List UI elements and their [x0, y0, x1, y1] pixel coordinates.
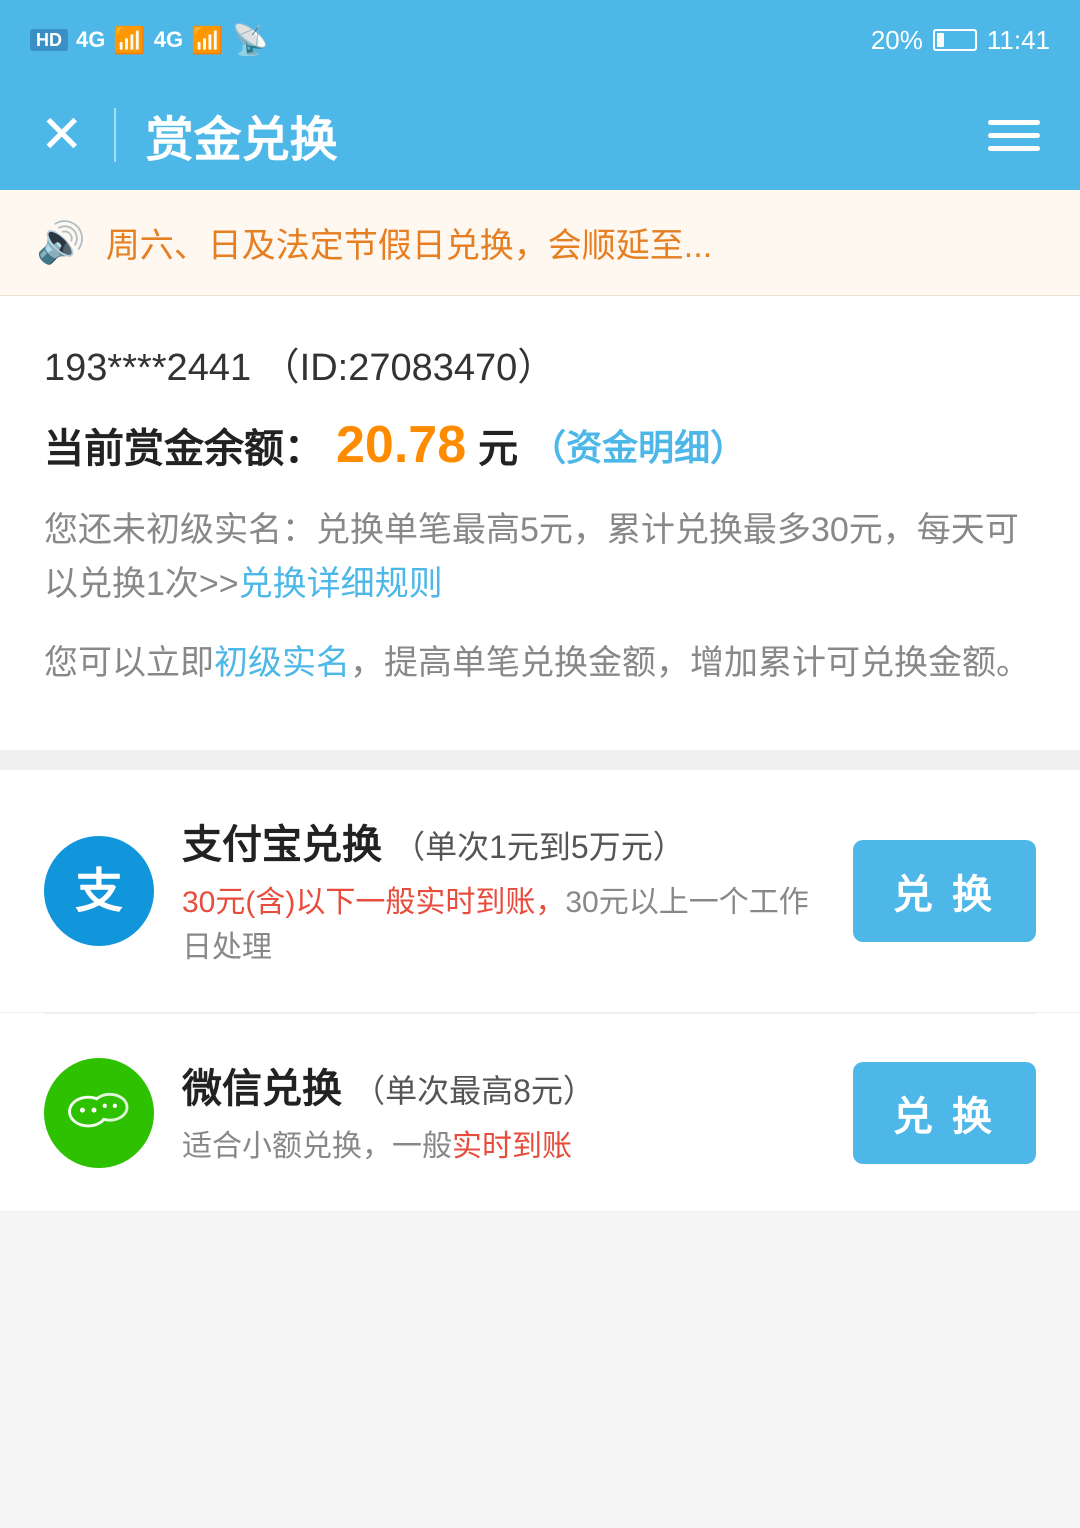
alipay-name-sub: （单次1元到5万元）	[393, 829, 685, 865]
limit-text-part1: 您还未初级实名：兑换单笔最高5元，累计兑换最多30元，每天可以兑换1次>>	[44, 511, 1019, 603]
signal-4g-1: 4G	[76, 27, 105, 53]
battery-percent: 20%	[871, 25, 923, 56]
status-bar: HD 4G 📶 4G 📶 📡 20% 11:41	[0, 0, 1080, 80]
alipay-name-main: 支付宝兑换	[182, 823, 382, 867]
section-divider	[0, 750, 1080, 770]
alipay-exchange-button[interactable]: 兑 换	[853, 840, 1036, 942]
menu-button[interactable]	[988, 120, 1040, 151]
alipay-logo: 支	[44, 836, 154, 946]
notice-banner: 🔊 周六、日及法定节假日兑换，会顺延至...	[0, 190, 1080, 296]
verify-prefix: 您可以立即	[44, 644, 214, 682]
main-content: 193****2441 （ID:27083470） 当前赏金余额： 20.78 …	[0, 296, 1080, 750]
wechat-logo	[44, 1058, 154, 1168]
alipay-desc-highlight: 30元(含)以下一般实时到账，	[182, 886, 565, 919]
alipay-desc: 30元(含)以下一般实时到账，30元以上一个工作日处理	[182, 880, 825, 970]
toolbar-divider	[114, 108, 116, 162]
status-left: HD 4G 📶 4G 📶 📡	[30, 23, 269, 58]
close-button[interactable]: ✕	[40, 109, 84, 161]
svg-text:支: 支	[75, 866, 123, 919]
wechat-exchange-button[interactable]: 兑 换	[853, 1062, 1036, 1164]
menu-line-2	[988, 133, 1040, 138]
notice-text: 周六、日及法定节假日兑换，会顺延至...	[106, 218, 712, 267]
wechat-name-sub: （单次最高8元）	[353, 1073, 595, 1109]
status-right: 20% 11:41	[871, 25, 1050, 56]
exchange-section: 支 支付宝兑换 （单次1元到5万元） 30元(含)以下一般实时到账，30元以上一…	[0, 770, 1080, 1212]
clock-time: 11:41	[987, 25, 1050, 56]
toolbar: ✕ 赏金兑换	[0, 80, 1080, 190]
fund-detail-link[interactable]: （资金明细）	[530, 419, 746, 471]
wechat-exchange-info: 微信兑换 （单次最高8元） 适合小额兑换，一般实时到账	[182, 1056, 825, 1169]
toolbar-left: ✕ 赏金兑换	[40, 100, 338, 170]
verify-info-text: 您可以立即初级实名，提高单笔兑换金额，增加累计可兑换金额。	[44, 636, 1036, 690]
signal-bars-2: 📶	[191, 25, 223, 56]
menu-line-1	[988, 120, 1040, 125]
wechat-desc-highlight: 实时到账	[452, 1130, 572, 1163]
alipay-exchange-item: 支 支付宝兑换 （单次1元到5万元） 30元(含)以下一般实时到账，30元以上一…	[0, 770, 1080, 1013]
balance-unit: 元	[478, 416, 518, 474]
limit-info-text: 您还未初级实名：兑换单笔最高5元，累计兑换最多30元，每天可以兑换1次>>兑换详…	[44, 503, 1036, 612]
balance-label: 当前赏金余额：	[44, 416, 324, 474]
menu-line-3	[988, 146, 1040, 151]
balance-row: 当前赏金余额： 20.78 元 （资金明细）	[44, 415, 1036, 475]
alipay-name: 支付宝兑换 （单次1元到5万元）	[182, 812, 825, 870]
hd-badge: HD	[30, 29, 68, 51]
user-id-display: 193****2441 （ID:27083470）	[44, 336, 1036, 391]
signal-4g-2: 4G	[154, 27, 183, 53]
alipay-exchange-info: 支付宝兑换 （单次1元到5万元） 30元(含)以下一般实时到账，30元以上一个工…	[182, 812, 825, 970]
balance-amount: 20.78	[336, 415, 466, 475]
page-title: 赏金兑换	[146, 100, 338, 170]
wechat-desc: 适合小额兑换，一般实时到账	[182, 1124, 825, 1169]
wifi-icon: 📡	[231, 23, 268, 58]
wechat-name-main: 微信兑换	[182, 1067, 342, 1111]
wechat-exchange-item: 微信兑换 （单次最高8元） 适合小额兑换，一般实时到账 兑 换	[0, 1014, 1080, 1212]
verify-link[interactable]: 初级实名	[214, 644, 350, 682]
wechat-desc-normal: 适合小额兑换，一般	[182, 1130, 452, 1163]
speaker-icon: 🔊	[36, 219, 86, 266]
wechat-name: 微信兑换 （单次最高8元）	[182, 1056, 825, 1114]
verify-suffix: ，提高单笔兑换金额，增加累计可兑换金额。	[350, 644, 1030, 682]
signal-bars-1: 📶	[113, 25, 145, 56]
exchange-rules-link[interactable]: 兑换详细规则	[239, 565, 443, 603]
